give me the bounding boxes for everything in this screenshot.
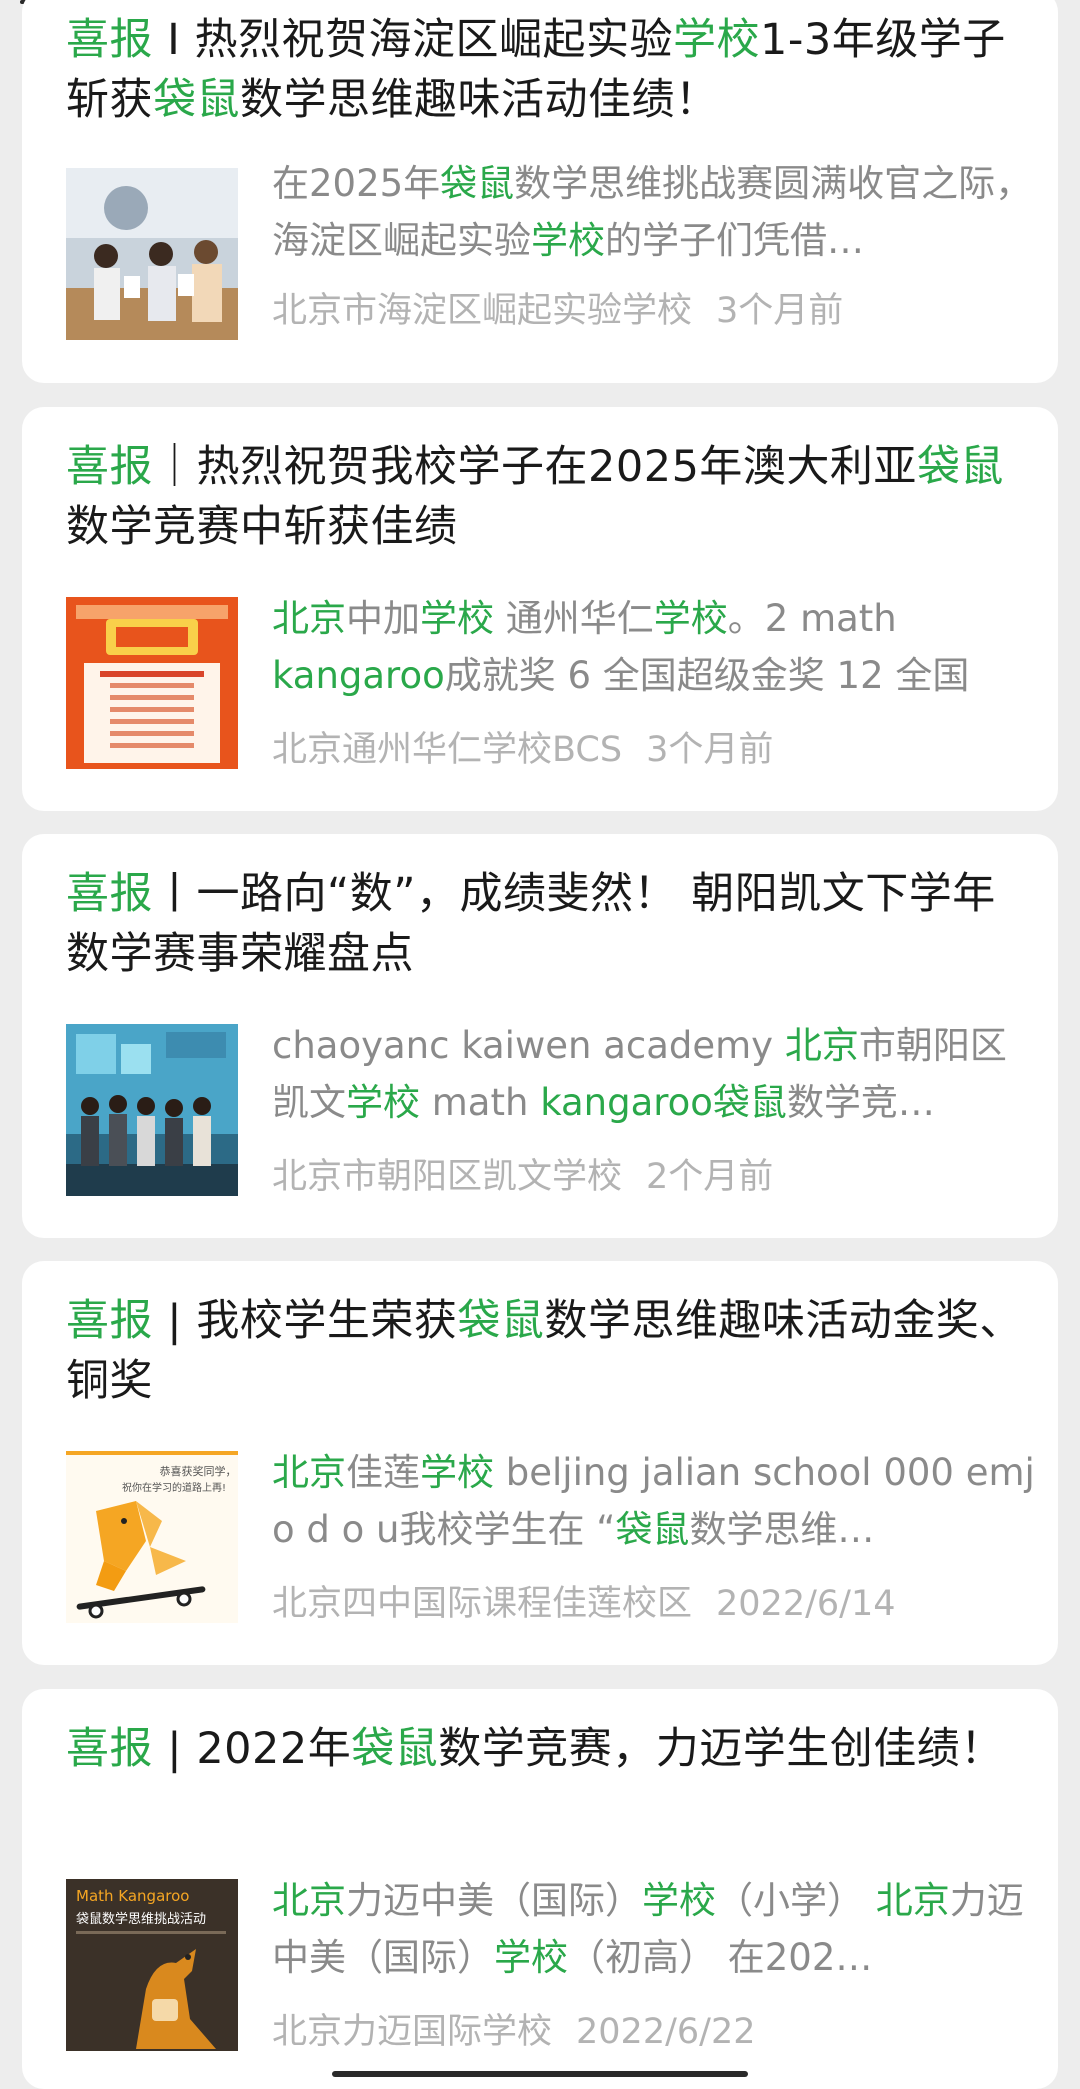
text-segment: 丨一路向“数”，成绩斐然！ 朝阳凯文下学年数学赛事荣耀盘点 <box>66 869 996 979</box>
result-meta: 北京四中国际课程佳莲校区 2022/6/14 <box>272 1579 1042 1629</box>
result-title[interactable]: 喜报丨一路向“数”，成绩斐然！ 朝阳凯文下学年数学赛事荣耀盘点 <box>66 864 1026 984</box>
highlighted-keyword: 北京 <box>784 1024 859 1067</box>
text-segment: （小学） <box>716 1879 876 1922</box>
text-segment: 数学竞赛中斩获佳绩 <box>66 502 458 552</box>
text-segment: 佳莲 <box>346 1451 420 1494</box>
text-segment: | 2022年 <box>153 1724 352 1774</box>
result-meta: 北京通州华仁学校BCS 3个月前 <box>272 725 1042 775</box>
text-segment: 数学竞赛，力迈学生创佳绩！ <box>438 1724 1004 1774</box>
result-snippet: chaoyanc kaiwen academy 北京市朝阳区凯文学校 math … <box>272 1017 1042 1131</box>
highlighted-keyword: 袋鼠 <box>457 1296 545 1346</box>
highlighted-keyword: 学校 <box>346 1081 420 1124</box>
result-meta: 北京市海淀区崛起实验学校 3个月前 <box>272 286 1042 336</box>
result-title[interactable]: 喜报｜热烈祝贺我校学子在2025年澳大利亚袋鼠数学竞赛中斩获佳绩 <box>66 437 1026 557</box>
result-thumbnail <box>66 597 238 769</box>
result-title[interactable]: 喜报 | 2022年袋鼠数学竞赛，力迈学生创佳绩！ <box>66 1719 1026 1779</box>
highlighted-keyword: 喜报 <box>66 1724 153 1774</box>
text-segment: （初高） 在202… <box>568 1936 873 1979</box>
result-source: 北京市海淀区崛起实验学校 <box>272 291 693 331</box>
result-thumbnail: 恭喜获奖同学， 祝你在学习的道路上再! <box>66 1451 238 1623</box>
text-segment: 通州华仁 <box>494 597 654 640</box>
result-snippet: 在2025年袋鼠数学思维挑战赛圆满收官之际，海淀区崛起实验学校的学子们凭借… <box>272 155 1042 269</box>
text-segment: 在2025年 <box>272 162 441 205</box>
thumb-caption-line-1: Math Kangaroo <box>76 1887 189 1905</box>
highlighted-keyword: 袋鼠 <box>615 1508 690 1551</box>
text-segment: I 热烈祝贺海淀区崛起实验 <box>153 15 674 65</box>
result-card[interactable]: 喜报 | 2022年袋鼠数学竞赛，力迈学生创佳绩！ Math Kangaroo … <box>22 1689 1058 2089</box>
highlighted-keyword: 喜报 <box>66 1296 153 1346</box>
result-source: 北京通州华仁学校BCS <box>272 730 623 770</box>
result-thumbnail <box>66 168 238 340</box>
result-title[interactable]: 喜报 | 我校学生荣获袋鼠数学思维趣味活动金奖、铜奖 <box>66 1291 1026 1411</box>
result-card[interactable]: 喜报丨一路向“数”，成绩斐然！ 朝阳凯文下学年数学赛事荣耀盘点 chaoyanc… <box>22 834 1058 1238</box>
result-title[interactable]: 喜报 I 热烈祝贺海淀区崛起实验学校1-3年级学子斩获袋鼠数学思维趣味活动佳绩！ <box>66 10 1026 130</box>
text-segment: 力迈中美（国际） <box>346 1879 642 1922</box>
result-time: 2个月前 <box>646 1157 774 1197</box>
home-indicator[interactable] <box>332 2071 748 2077</box>
text-segment: 数学竞… <box>786 1081 935 1124</box>
highlighted-keyword: 学校 <box>653 597 728 640</box>
text-segment: 。2 math <box>727 597 897 640</box>
highlighted-keyword: 学校 <box>673 15 761 65</box>
text-segment: ｜热烈祝贺我校学子在2025年澳大利亚 <box>153 442 917 492</box>
result-time: 3个月前 <box>646 730 774 770</box>
result-card[interactable]: 喜报 I 热烈祝贺海淀区崛起实验学校1-3年级学子斩获袋鼠数学思维趣味活动佳绩！… <box>22 0 1058 383</box>
text-segment: chaoyanc kaiwen academy <box>272 1024 785 1067</box>
result-source: 北京市朝阳区凯文学校 <box>272 1157 623 1197</box>
highlighted-keyword: 喜报 <box>66 15 153 65</box>
result-snippet: 北京佳莲学校 beljing jalian school 000 emj o d… <box>272 1444 1042 1558</box>
highlighted-keyword: 学校 <box>494 1936 568 1979</box>
highlighted-keyword: 北京 <box>875 1879 950 1922</box>
result-time: 2022/6/22 <box>576 2012 756 2052</box>
result-snippet: 北京力迈中美（国际）学校（小学） 北京力迈中美（国际）学校（初高） 在202… <box>272 1872 1042 1986</box>
highlighted-keyword: 袋鼠 <box>153 75 240 125</box>
text-segment: 数学思维… <box>689 1508 875 1551</box>
students-stage-photo-icon <box>66 1024 238 1196</box>
highlighted-keyword: kangaroo袋鼠 <box>540 1081 787 1124</box>
result-meta: 北京力迈国际学校 2022/6/22 <box>272 2007 1042 2057</box>
result-source: 北京力迈国际学校 <box>272 2012 553 2052</box>
thumb-caption-line-2: 祝你在学习的道路上再! <box>122 1481 226 1494</box>
thumb-caption-line-2: 袋鼠数学思维挑战活动 <box>76 1911 206 1927</box>
text-segment: | 我校学生荣获 <box>153 1296 458 1346</box>
result-card[interactable]: 喜报｜热烈祝贺我校学子在2025年澳大利亚袋鼠数学竞赛中斩获佳绩 北京中加学校 … <box>22 407 1058 811</box>
highlighted-keyword: 喜报 <box>66 442 153 492</box>
result-source: 北京四中国际课程佳莲校区 <box>272 1584 693 1624</box>
students-photo-icon <box>66 168 238 340</box>
highlighted-keyword: 袋鼠 <box>351 1724 439 1774</box>
result-meta: 北京市朝阳区凯文学校 2个月前 <box>272 1152 1042 1202</box>
highlighted-keyword: 北京 <box>272 1879 346 1922</box>
highlighted-keyword: 袋鼠 <box>916 442 1004 492</box>
highlighted-keyword: 学校 <box>531 219 605 262</box>
highlighted-keyword: 北京 <box>272 597 346 640</box>
highlighted-keyword: 学校 <box>420 1451 494 1494</box>
thumb-caption-line-1: 恭喜获奖同学， <box>160 1464 237 1478</box>
result-time: 3个月前 <box>716 291 844 331</box>
result-snippet: 北京中加学校 通州华仁学校。2 math kangaroo成就奖 6 全国超级金… <box>272 590 1042 704</box>
result-thumbnail: Math Kangaroo 袋鼠数学思维挑战活动 <box>66 1879 238 2051</box>
orange-poster-icon <box>66 597 238 769</box>
result-thumbnail <box>66 1024 238 1196</box>
highlighted-keyword: kangaroo <box>272 654 445 697</box>
text-segment: 中加 <box>346 597 420 640</box>
result-time: 2022/6/14 <box>716 1584 896 1624</box>
kangaroo-skateboard-icon: 恭喜获奖同学， 祝你在学习的道路上再! <box>66 1451 238 1623</box>
highlighted-keyword: 喜报 <box>66 869 153 919</box>
result-card[interactable]: 喜报 | 我校学生荣获袋鼠数学思维趣味活动金奖、铜奖 恭喜获奖同学， 祝你在学习… <box>22 1261 1058 1665</box>
highlighted-keyword: 袋鼠 <box>440 162 515 205</box>
highlighted-keyword: 学校 <box>642 1879 716 1922</box>
kangaroo-poster-icon: Math Kangaroo 袋鼠数学思维挑战活动 <box>66 1879 238 2051</box>
highlighted-keyword: 学校 <box>420 597 494 640</box>
text-segment: math <box>420 1081 541 1124</box>
text-segment: 的学子们凭借… <box>605 219 864 262</box>
highlighted-keyword: 北京 <box>272 1451 346 1494</box>
text-segment: 数学思维趣味活动佳绩！ <box>240 75 719 125</box>
